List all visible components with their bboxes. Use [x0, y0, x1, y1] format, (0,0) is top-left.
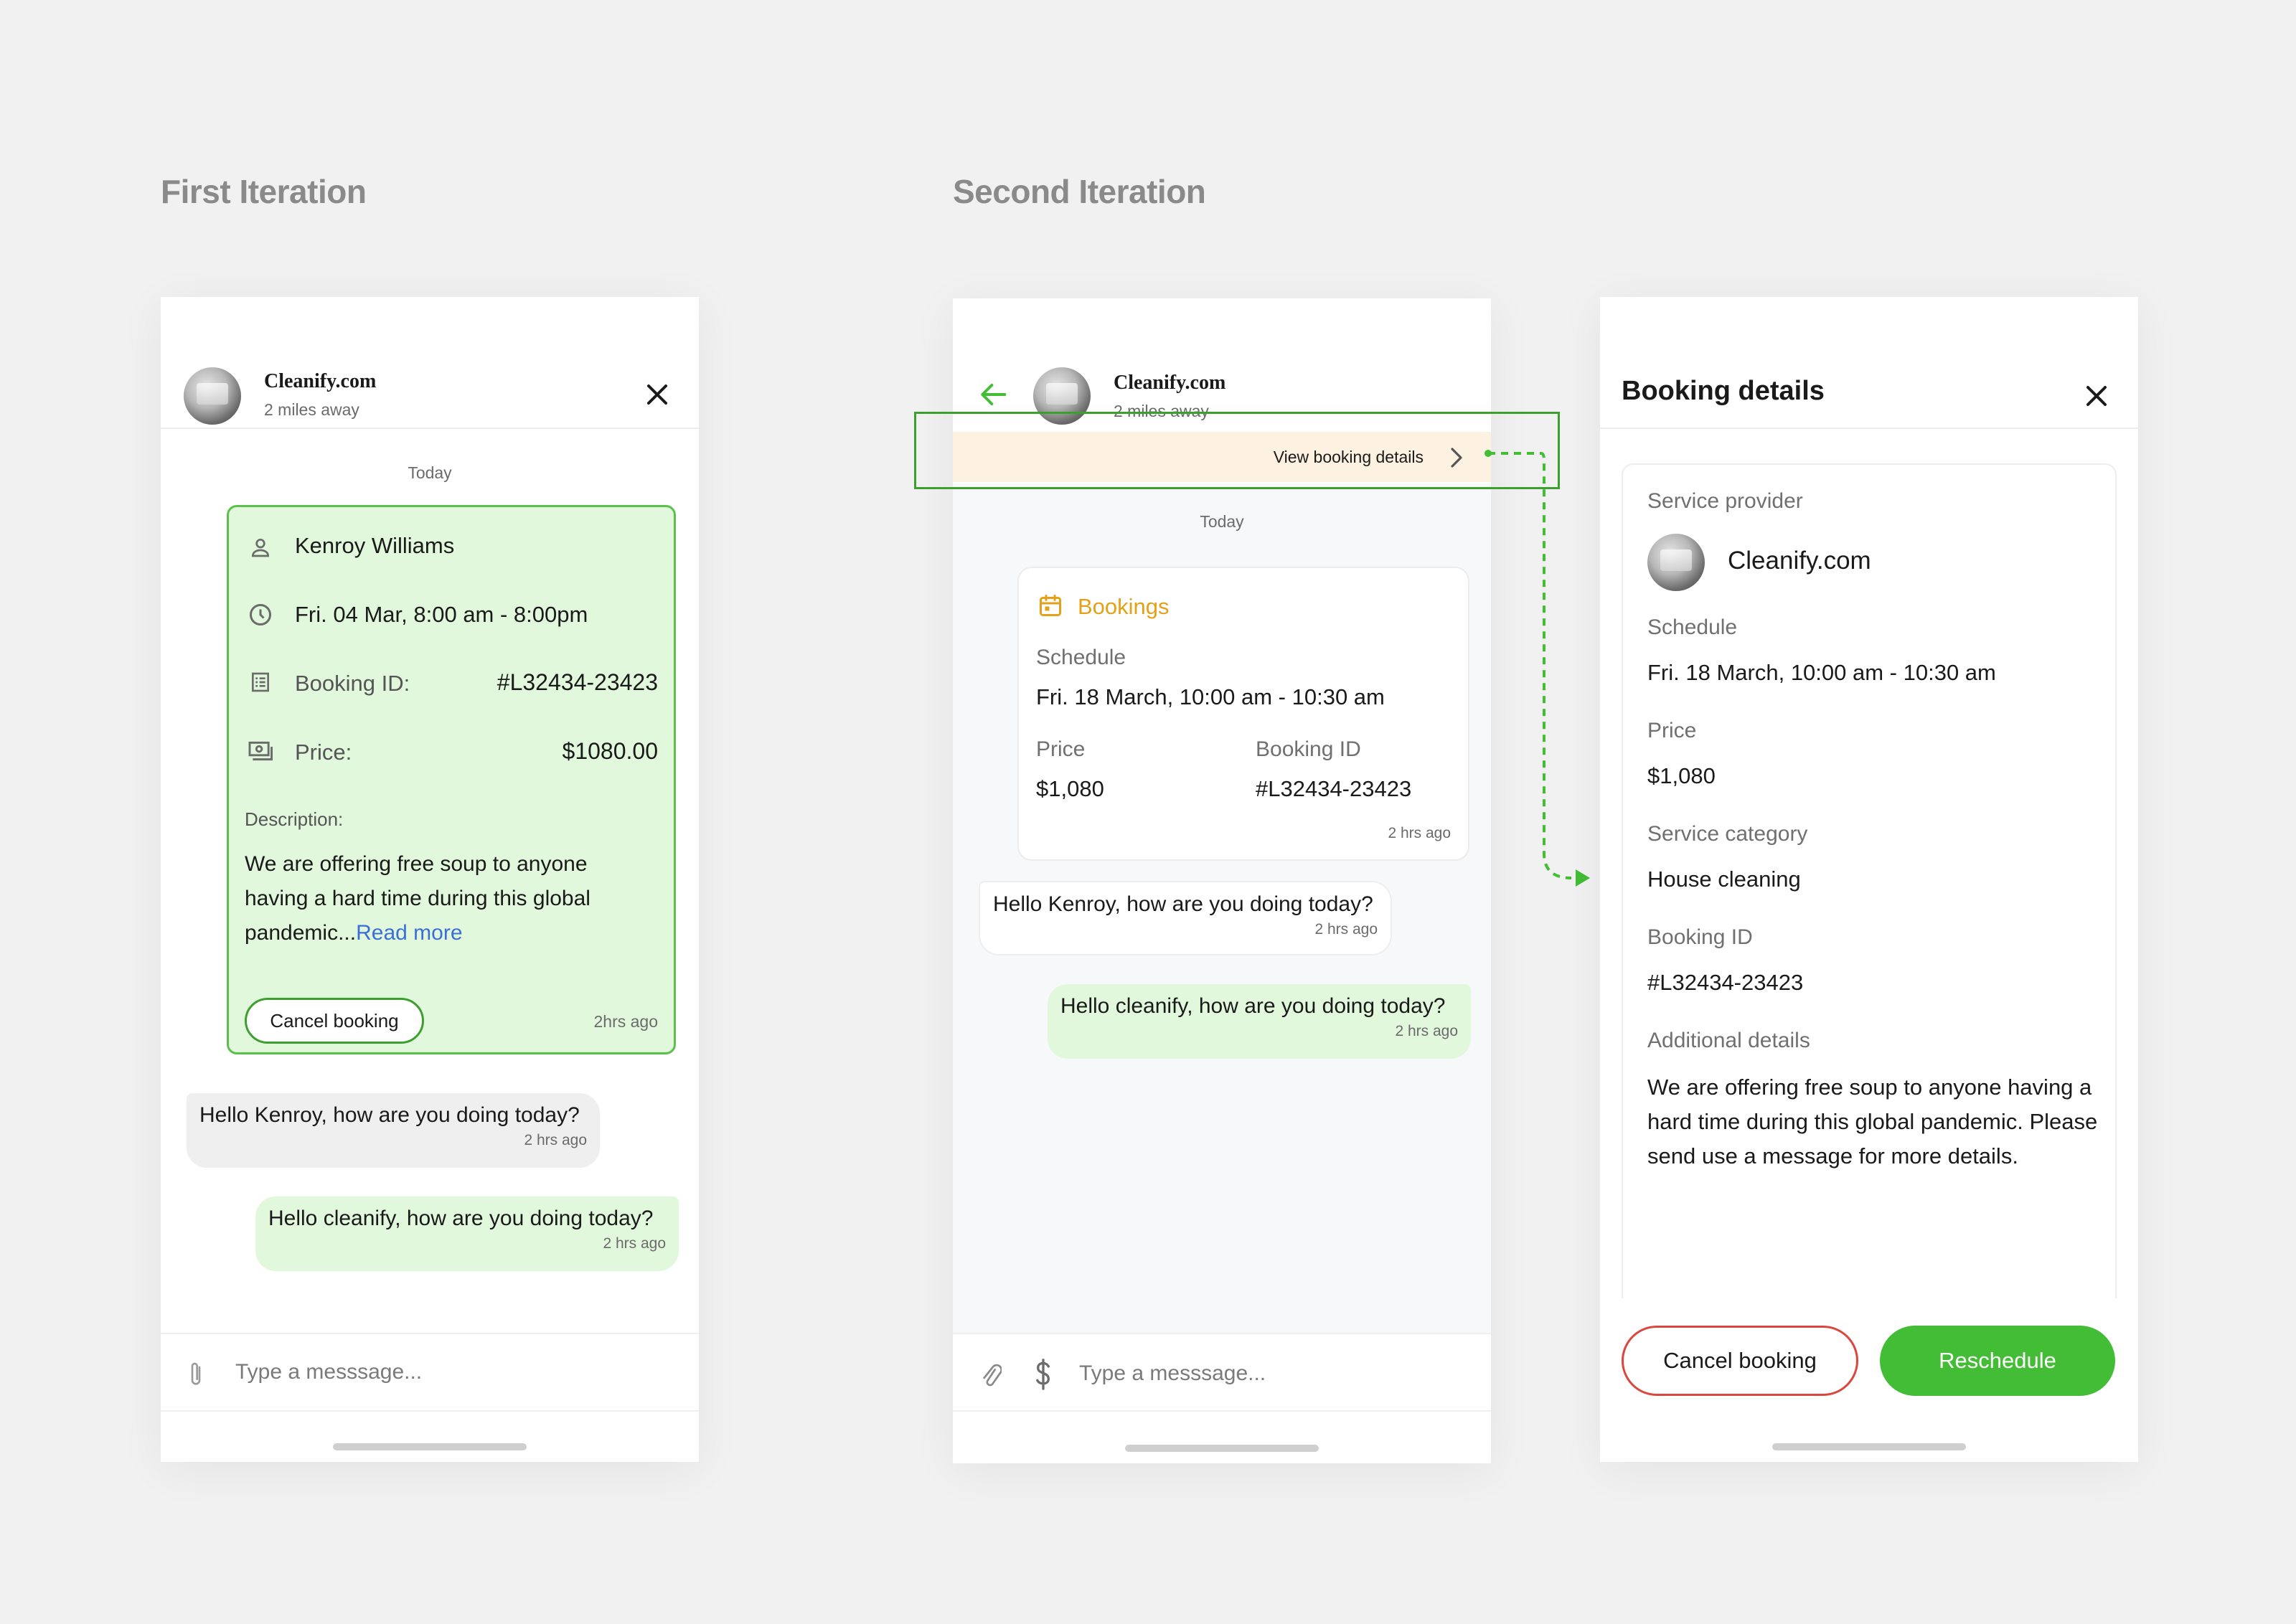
booking-summary-card[interactable]: Bookings Schedule Fri. 18 March, 10:00 a… — [1017, 567, 1469, 861]
booking-id-value: #L32434-23423 — [1256, 776, 1412, 801]
provider-name: Cleanify.com — [1114, 372, 1226, 394]
calendar-icon — [1040, 595, 1061, 616]
booking-datetime: Fri. 04 Mar, 8:00 am - 8:00pm — [295, 602, 588, 627]
cancel-booking-button[interactable]: Cancel booking — [1622, 1326, 1858, 1396]
booking-id-value: #L32434-23423 — [497, 669, 658, 695]
message-input[interactable]: Type a messsage... — [1079, 1361, 1266, 1386]
provider-name: Cleanify.com — [264, 370, 377, 392]
customer-name: Kenroy Williams — [295, 533, 455, 558]
description-label: Description: — [245, 808, 344, 830]
booking-id-label: Booking ID: — [295, 671, 410, 696]
schedule-value: Fri. 18 March, 10:00 am - 10:30 am — [1647, 660, 1996, 685]
message-composer: Type a messsage... — [161, 1333, 699, 1412]
booking-id-value: #L32434-23423 — [1647, 970, 1804, 995]
message-time: 2 hrs ago — [1314, 921, 1378, 938]
message-time: 2 hrs ago — [603, 1235, 666, 1252]
reschedule-button[interactable]: Reschedule — [1880, 1326, 2115, 1396]
service-category-label: Service category — [1647, 822, 1808, 846]
provider-distance: 2 miles away — [264, 400, 359, 419]
close-icon[interactable] — [2082, 382, 2111, 410]
price-value: $1,080 — [1036, 776, 1104, 801]
home-indicator — [1772, 1443, 1966, 1450]
provider-name: Cleanify.com — [1728, 547, 1871, 575]
second-iteration-title: Second Iteration — [953, 173, 1206, 210]
page-title: Booking details — [1622, 376, 1825, 406]
service-provider-label: Service provider — [1647, 489, 1803, 513]
price-label: Price: — [295, 740, 352, 765]
message-text: Hello cleanify, how are you doing today? — [268, 1207, 654, 1230]
bookings-title: Bookings — [1078, 594, 1170, 619]
close-icon[interactable] — [643, 380, 672, 409]
message-time: 2 hrs ago — [524, 1132, 587, 1148]
incoming-message: Hello Kenroy, how are you doing today? 2… — [979, 881, 1392, 955]
avatar — [1647, 534, 1705, 591]
flow-arrow — [1485, 450, 1590, 887]
message-text: Hello Kenroy, how are you doing today? — [993, 892, 1373, 916]
read-more-link[interactable]: Read more — [356, 921, 462, 945]
avatar[interactable] — [184, 367, 241, 425]
clock-icon — [250, 604, 271, 625]
card-timestamp: 2 hrs ago — [1388, 825, 1451, 841]
first-iteration-phone: Cleanify.com 2 miles away Today Kenroy W… — [161, 297, 699, 1462]
date-divider: Today — [1200, 512, 1244, 531]
banner-highlight — [914, 412, 1560, 489]
service-category-value: House cleaning — [1647, 867, 1801, 892]
details-card: Service provider Cleanify.com Schedule F… — [1622, 463, 2117, 1310]
home-indicator — [1125, 1445, 1319, 1452]
booking-id-label: Booking ID — [1647, 925, 1753, 949]
outgoing-message: Hello cleanify, how are you doing today?… — [255, 1196, 679, 1271]
action-bar: Cancel booking Reschedule — [1600, 1298, 2138, 1462]
message-composer: Type a messsage... — [953, 1333, 1491, 1412]
paperclip-icon[interactable] — [187, 1360, 205, 1389]
date-divider: Today — [408, 463, 452, 482]
schedule-value: Fri. 18 March, 10:00 am - 10:30 am — [1036, 684, 1385, 709]
receipt-icon — [252, 672, 269, 692]
price-label: Price — [1036, 737, 1086, 761]
back-arrow-icon[interactable] — [979, 382, 1007, 407]
message-text: Hello Kenroy, how are you doing today? — [199, 1103, 580, 1127]
price-value: $1080.00 — [562, 738, 658, 764]
message-time: 2 hrs ago — [1395, 1023, 1458, 1039]
incoming-message: Hello Kenroy, how are you doing today? 2… — [187, 1093, 600, 1168]
card-timestamp: 2hrs ago — [593, 1012, 658, 1031]
home-indicator — [333, 1443, 527, 1450]
schedule-label: Schedule — [1647, 615, 1738, 639]
description-text: We are offering free soup to anyone havi… — [245, 852, 591, 945]
details-header: Booking details — [1600, 297, 2138, 429]
paperclip-icon[interactable] — [979, 1360, 1002, 1389]
booking-details-screen: Booking details Service provider Cleanif… — [1600, 297, 2138, 1462]
booking-id-label: Booking ID — [1256, 737, 1361, 761]
price-label: Price — [1647, 719, 1697, 742]
message-input[interactable]: Type a messsage... — [235, 1360, 422, 1384]
first-iteration-title: First Iteration — [161, 173, 367, 210]
chat-header: Cleanify.com 2 miles away — [161, 297, 699, 429]
outgoing-message: Hello cleanify, how are you doing today?… — [1048, 984, 1471, 1059]
booking-card: Kenroy Williams Fri. 04 Mar, 8:00 am - 8… — [227, 505, 676, 1054]
person-icon — [251, 539, 270, 557]
additional-details-label: Additional details — [1647, 1029, 1810, 1052]
cancel-booking-button[interactable]: Cancel booking — [245, 998, 424, 1044]
cash-icon — [248, 741, 273, 761]
additional-details-text: We are offering free soup to anyone havi… — [1647, 1075, 2098, 1169]
schedule-label: Schedule — [1036, 646, 1126, 669]
price-value: $1,080 — [1647, 763, 1716, 788]
dollar-icon[interactable] — [1033, 1359, 1053, 1390]
message-text: Hello cleanify, how are you doing today? — [1060, 994, 1446, 1018]
